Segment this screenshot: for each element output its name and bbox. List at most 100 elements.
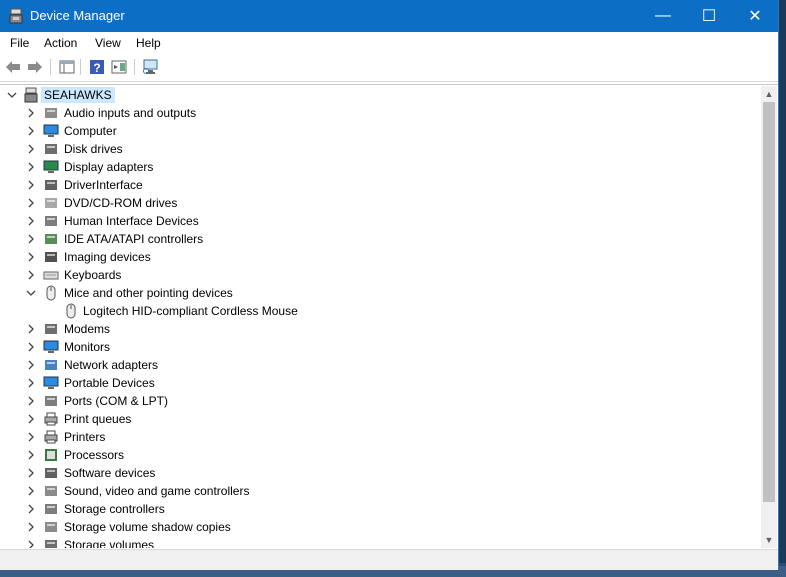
- tree-category-item[interactable]: Ports (COM & LPT): [2, 392, 761, 410]
- tree-category-item[interactable]: Storage volumes: [2, 536, 761, 548]
- close-button[interactable]: ✕: [732, 0, 778, 32]
- window-title: Device Manager: [30, 8, 125, 23]
- category-label: Network adapters: [64, 358, 159, 372]
- tree-device-item[interactable]: Logitech HID-compliant Cordless Mouse: [2, 302, 761, 320]
- chevron-right-icon[interactable]: [25, 161, 37, 173]
- chevron-right-icon[interactable]: [25, 251, 37, 263]
- tree-category-item[interactable]: IDE ATA/ATAPI controllers: [2, 230, 761, 248]
- device-tree[interactable]: SEAHAWKS Audio inputs and outputs Computer…: [2, 86, 761, 548]
- tree-category-item[interactable]: Audio inputs and outputs: [2, 104, 761, 122]
- print-queue-icon: [44, 412, 58, 426]
- chevron-right-icon[interactable]: [25, 377, 37, 389]
- chevron-right-icon[interactable]: [25, 521, 37, 533]
- chevron-right-icon[interactable]: [25, 395, 37, 407]
- category-label: DVD/CD-ROM drives: [64, 196, 178, 210]
- chevron-right-icon[interactable]: [25, 359, 37, 371]
- tree-category-item[interactable]: Print queues: [2, 410, 761, 428]
- menu-view[interactable]: View: [95, 36, 121, 50]
- minimize-button[interactable]: —: [640, 0, 686, 32]
- category-label: Disk drives: [64, 142, 123, 156]
- chevron-right-icon[interactable]: [25, 341, 37, 353]
- vertical-scrollbar[interactable]: ▲ ▼: [761, 86, 777, 548]
- back-button[interactable]: [4, 58, 22, 76]
- chevron-right-icon[interactable]: [25, 503, 37, 515]
- status-bar: [0, 549, 778, 570]
- tree-category-item[interactable]: Imaging devices: [2, 248, 761, 266]
- device-manager-window: Device Manager — ☐ ✕ File Action View He…: [0, 0, 779, 570]
- tree-category-item[interactable]: Monitors: [2, 338, 761, 356]
- display-adapter-icon: [43, 160, 59, 173]
- network-adapter-icon: [45, 360, 57, 370]
- tree-category-item[interactable]: Sound, video and game controllers: [2, 482, 761, 500]
- tree-category-item[interactable]: Mice and other pointing devices: [2, 284, 761, 302]
- menu-help[interactable]: Help: [136, 36, 161, 50]
- computer-icon: [43, 124, 59, 137]
- tree-category-item[interactable]: Network adapters: [2, 356, 761, 374]
- chevron-right-icon[interactable]: [25, 233, 37, 245]
- scroll-down-arrow-icon[interactable]: ▼: [761, 532, 777, 548]
- console-tree-button[interactable]: [110, 58, 128, 76]
- tree-category-item[interactable]: Processors: [2, 446, 761, 464]
- chevron-down-icon[interactable]: [6, 89, 18, 101]
- show-hide-pane-button[interactable]: [58, 58, 76, 76]
- tree-category-item[interactable]: DriverInterface: [2, 176, 761, 194]
- tree-category-item[interactable]: DVD/CD-ROM drives: [2, 194, 761, 212]
- menu-file[interactable]: File: [10, 36, 29, 50]
- maximize-button[interactable]: ☐: [686, 0, 732, 32]
- forward-button[interactable]: [26, 58, 44, 76]
- toolbar: ?: [0, 54, 778, 82]
- tree-root-label: SEAHAWKS: [41, 87, 115, 103]
- chevron-right-icon[interactable]: [25, 197, 37, 209]
- category-label: Printers: [64, 430, 106, 444]
- category-label: Human Interface Devices: [64, 214, 199, 228]
- printer-icon: [44, 430, 58, 444]
- minimize-icon: —: [655, 7, 671, 24]
- scroll-up-arrow-icon[interactable]: ▲: [761, 86, 777, 102]
- tree-category-item[interactable]: Software devices: [2, 464, 761, 482]
- chevron-right-icon[interactable]: [25, 107, 37, 119]
- category-label: Keyboards: [64, 268, 122, 282]
- sound-icon: [45, 486, 57, 496]
- category-label: Portable Devices: [64, 376, 155, 390]
- chevron-right-icon[interactable]: [25, 467, 37, 479]
- tree-category-item[interactable]: Computer: [2, 122, 761, 140]
- chevron-right-icon[interactable]: [25, 449, 37, 461]
- chevron-right-icon[interactable]: [25, 539, 37, 548]
- chevron-down-icon[interactable]: [25, 287, 37, 299]
- mouse-icon: [46, 285, 56, 301]
- category-label: Modems: [64, 322, 111, 336]
- chevron-right-icon[interactable]: [25, 269, 37, 281]
- chevron-right-icon[interactable]: [25, 125, 37, 137]
- chevron-right-icon[interactable]: [25, 179, 37, 191]
- tree-category-item[interactable]: Display adapters: [2, 158, 761, 176]
- chevron-right-icon[interactable]: [25, 413, 37, 425]
- tree-category-item[interactable]: Keyboards: [2, 266, 761, 284]
- scrollbar-thumb[interactable]: [763, 102, 775, 502]
- scan-hardware-button[interactable]: [142, 58, 160, 76]
- category-label: IDE ATA/ATAPI controllers: [64, 232, 204, 246]
- tree-category-item[interactable]: Storage volume shadow copies: [2, 518, 761, 536]
- chevron-right-icon[interactable]: [25, 143, 37, 155]
- tree-category-item[interactable]: Modems: [2, 320, 761, 338]
- title-bar[interactable]: Device Manager — ☐ ✕: [0, 0, 778, 32]
- tree-root[interactable]: SEAHAWKS: [2, 86, 761, 104]
- chevron-right-icon[interactable]: [25, 431, 37, 443]
- tree-category-item[interactable]: Storage controllers: [2, 500, 761, 518]
- tree-category-item[interactable]: Human Interface Devices: [2, 212, 761, 230]
- storage-volume-icon: [45, 540, 57, 548]
- device-label: Logitech HID-compliant Cordless Mouse: [83, 304, 298, 318]
- chevron-right-icon[interactable]: [25, 485, 37, 497]
- tree-category-item[interactable]: Portable Devices: [2, 374, 761, 392]
- tree-category-item[interactable]: Disk drives: [2, 140, 761, 158]
- chevron-right-icon[interactable]: [25, 215, 37, 227]
- tree-category-item[interactable]: Printers: [2, 428, 761, 446]
- category-label: Storage volumes: [64, 538, 155, 548]
- disk-drive-icon: [45, 144, 57, 154]
- category-label: Print queues: [64, 412, 132, 426]
- chevron-right-icon[interactable]: [25, 323, 37, 335]
- menu-action[interactable]: Action: [44, 36, 77, 50]
- category-label: Sound, video and game controllers: [64, 484, 250, 498]
- help-icon: ?: [90, 60, 104, 75]
- help-button[interactable]: ?: [88, 58, 106, 76]
- computer-root-icon: [24, 87, 38, 103]
